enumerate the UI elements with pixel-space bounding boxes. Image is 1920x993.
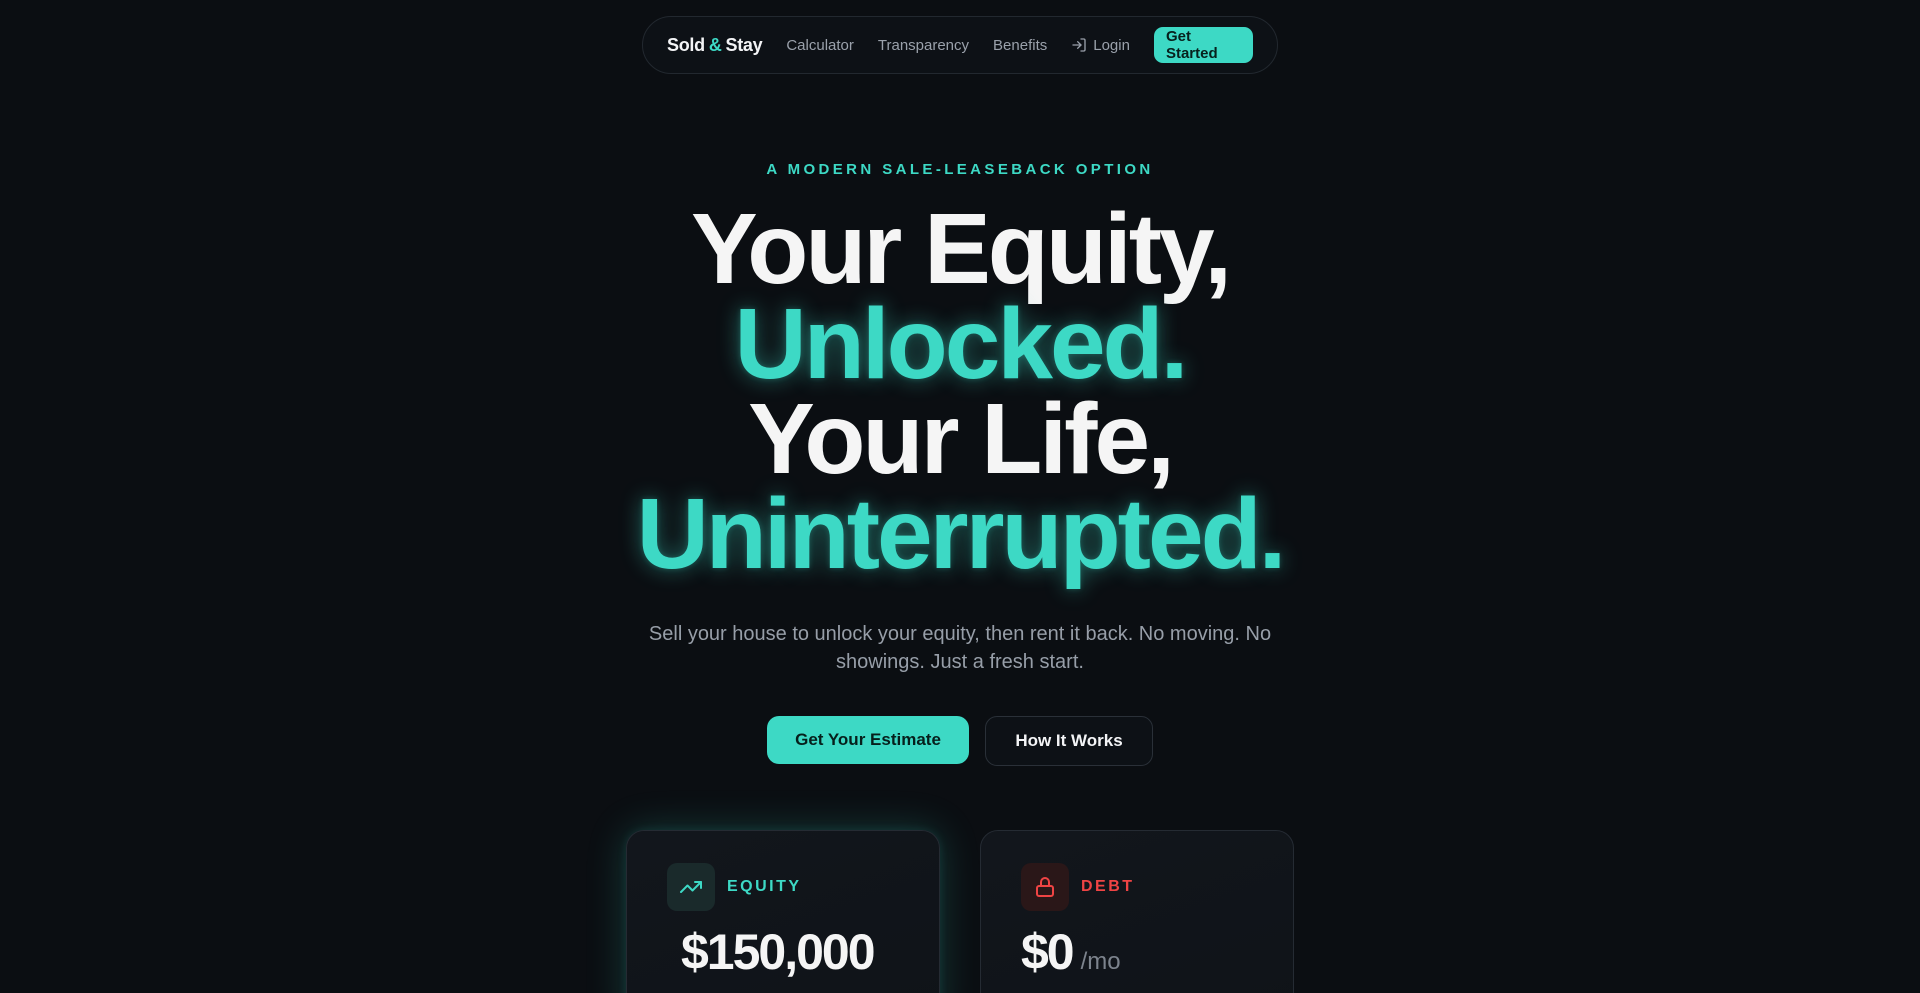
debt-value: $0: [1021, 924, 1075, 980]
equity-card-header: EQUITY: [667, 863, 802, 911]
debt-value-suffix: /mo: [1080, 948, 1121, 975]
nav-link-benefits[interactable]: Benefits: [993, 37, 1047, 54]
get-started-button[interactable]: Get Started: [1153, 27, 1253, 63]
headline-line-3: Your Life,: [748, 383, 1175, 495]
login-link[interactable]: Login: [1071, 37, 1130, 54]
how-it-works-button[interactable]: How It Works: [985, 716, 1153, 766]
top-nav: Sold & Stay Calculator Transparency Bene…: [642, 16, 1278, 74]
logo-word-sold: Sold: [667, 34, 705, 55]
debt-label: DEBT: [1081, 878, 1135, 895]
trending-up-icon: [667, 863, 715, 911]
equity-value-row: $150,000: [681, 923, 876, 981]
hero-subtitle: Sell your house to unlock your equity, t…: [648, 623, 1272, 673]
hero-eyebrow: A MODERN SALE-LEASEBACK OPTION: [766, 161, 1154, 178]
landing-page: Sold & Stay Calculator Transparency Bene…: [0, 0, 1920, 993]
equity-card: EQUITY $150,000: [626, 830, 940, 993]
debt-value-row: $0 /mo: [1021, 923, 1121, 981]
headline-line-2: Unlocked.: [734, 288, 1189, 400]
equity-label: EQUITY: [727, 878, 802, 895]
hero-headline: Your Equity, Unlocked. Your Life, Uninte…: [0, 193, 1920, 590]
login-label: Login: [1093, 36, 1130, 54]
headline-line-4: Uninterrupted.: [636, 478, 1287, 590]
headline-line-1: Your Equity,: [690, 193, 1232, 305]
nav-link-transparency[interactable]: Transparency: [878, 37, 969, 54]
debt-card: DEBT $0 /mo: [980, 830, 1294, 993]
login-icon: [1071, 37, 1087, 53]
logo[interactable]: Sold & Stay: [667, 34, 763, 56]
lock-icon: [1021, 863, 1069, 911]
debt-card-header: DEBT: [1021, 863, 1135, 911]
hero-cta-row: Get Your Estimate How It Works: [0, 716, 1920, 766]
get-estimate-button[interactable]: Get Your Estimate: [767, 716, 969, 764]
nav-link-calculator[interactable]: Calculator: [786, 37, 854, 54]
equity-value: $150,000: [681, 924, 876, 980]
logo-ampersand: &: [708, 34, 722, 55]
logo-word-stay: Stay: [725, 34, 763, 55]
